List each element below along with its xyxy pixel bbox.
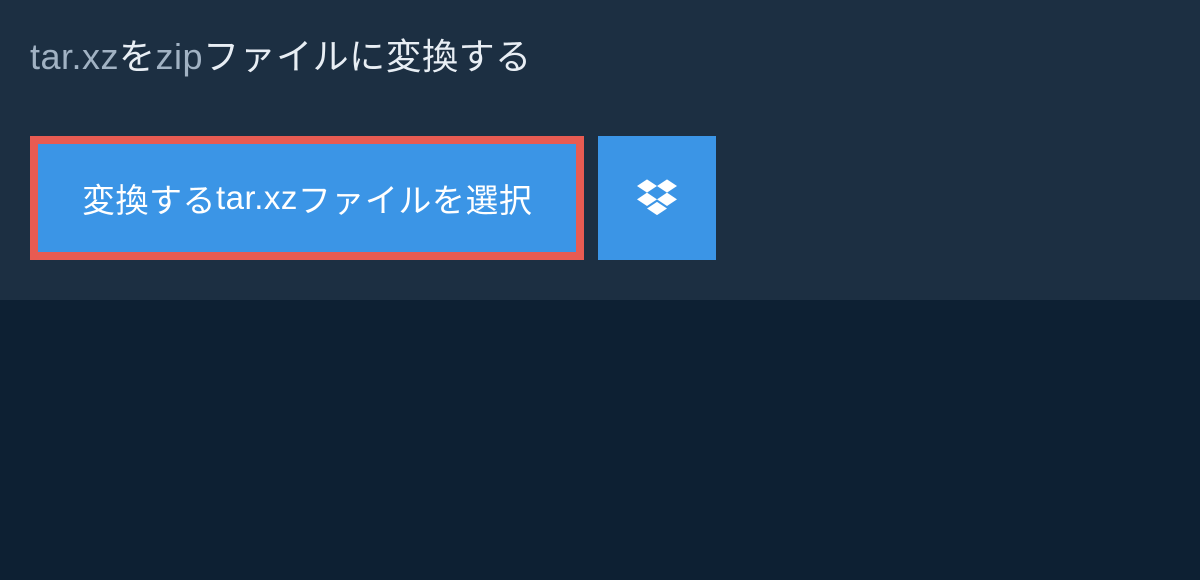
button-row: 変換するtar.xzファイルを選択 — [0, 102, 1200, 260]
title-target-format: zip — [156, 36, 204, 77]
select-file-button[interactable]: 変換するtar.xzファイルを選択 — [30, 136, 584, 260]
dropbox-button[interactable] — [598, 136, 716, 260]
dropbox-icon — [637, 176, 677, 221]
select-button-suffix: ファイルを選択 — [298, 174, 533, 222]
select-button-format: tar.xz — [216, 179, 298, 217]
converter-panel: tar.xzをzipファイルに変換する 変換するtar.xzファイルを選択 — [0, 0, 1200, 300]
title-container: tar.xzをzipファイルに変換する — [0, 0, 562, 102]
title-source-format: tar.xz — [30, 36, 119, 77]
select-button-prefix: 変換する — [82, 174, 216, 222]
title-suffix: ファイルに変換する — [203, 36, 532, 77]
title-connector1: を — [119, 36, 156, 77]
page-title: tar.xzをzipファイルに変換する — [30, 28, 532, 80]
